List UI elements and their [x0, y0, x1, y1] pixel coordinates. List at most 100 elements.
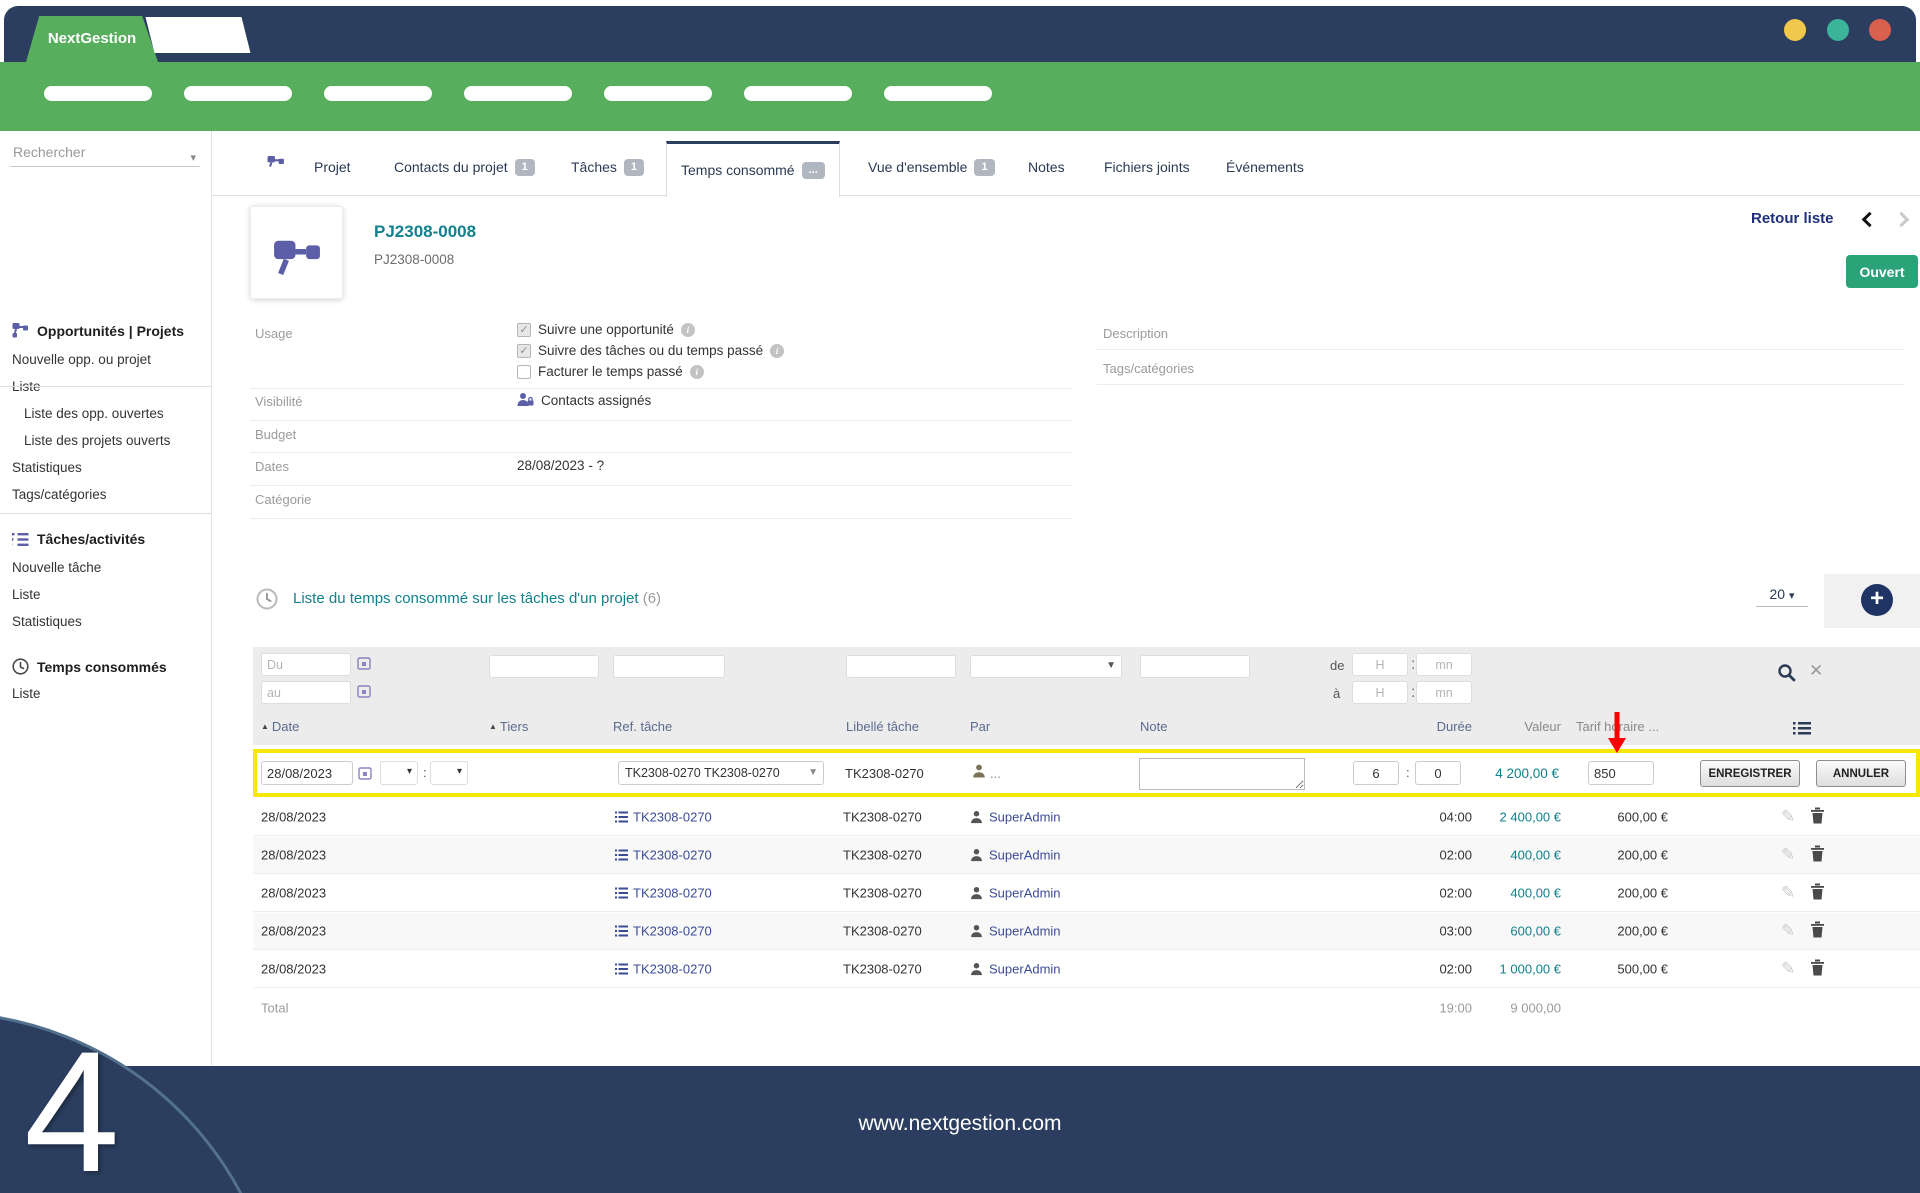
filter-tiers-input[interactable]: [489, 655, 599, 678]
user-link[interactable]: SuperAdmin: [969, 848, 1061, 863]
delete-trash-icon[interactable]: [1811, 960, 1824, 979]
filter-time-to-hour-input[interactable]: [1352, 681, 1408, 704]
user-link[interactable]: SuperAdmin: [969, 962, 1061, 977]
nav-menu-pill[interactable]: [604, 86, 712, 101]
filter-time-from-min-input[interactable]: [1416, 653, 1472, 676]
sidebar-item-statistiques-opp[interactable]: Statistiques: [12, 460, 82, 475]
delete-trash-icon[interactable]: [1811, 922, 1824, 941]
sidebar-item-nouvelle-tache[interactable]: Nouvelle tâche: [12, 560, 101, 575]
calendar-icon[interactable]: [358, 766, 372, 780]
delete-trash-icon[interactable]: [1811, 808, 1824, 827]
tab-projet[interactable]: Projet: [300, 141, 365, 196]
filter-time-to-min-input[interactable]: [1416, 681, 1472, 704]
filter-date-from-input[interactable]: [261, 653, 351, 676]
checkbox-checked-icon[interactable]: ✓: [517, 323, 531, 337]
tab-taches[interactable]: Tâches1: [557, 141, 658, 196]
table-row[interactable]: 28/08/2023 TK2308-0270 TK2308-0270 Super…: [253, 799, 1920, 836]
chevron-left-icon[interactable]: [1862, 212, 1878, 228]
search-input[interactable]: Rechercher ▾: [10, 139, 200, 167]
checkbox-suivre-taches[interactable]: ✓ Suivre des tâches ou du temps passé i: [517, 343, 784, 358]
window-close-dot[interactable]: [1869, 19, 1891, 41]
user-link[interactable]: SuperAdmin: [969, 924, 1061, 939]
sidebar-item-liste-temps[interactable]: Liste: [12, 686, 41, 701]
edit-tarif-input[interactable]: [1588, 761, 1654, 785]
nav-menu-pill[interactable]: [44, 86, 152, 101]
back-to-list-link[interactable]: Retour liste: [1751, 210, 1834, 227]
tab-temps-consomme[interactable]: Temps consommé...: [666, 141, 840, 197]
calendar-icon[interactable]: [357, 656, 371, 670]
brand-tab[interactable]: NextGestion: [26, 16, 158, 62]
checkbox-suivre-opportunite[interactable]: ✓ Suivre une opportunité i: [517, 322, 695, 337]
tab-vue-densemble[interactable]: Vue d'ensemble1: [854, 141, 1009, 196]
table-row[interactable]: 28/08/2023 TK2308-0270 TK2308-0270 Super…: [253, 951, 1920, 988]
window-minimize-dot[interactable]: [1784, 19, 1806, 41]
chevron-down-icon[interactable]: ▾: [190, 145, 196, 171]
page-size-select[interactable]: 20 ▾: [1756, 586, 1808, 607]
user-link[interactable]: SuperAdmin: [969, 810, 1061, 825]
tab-fichiers-joints[interactable]: Fichiers joints: [1090, 141, 1204, 196]
nav-menu-pill[interactable]: [744, 86, 852, 101]
task-link[interactable]: TK2308-0270: [615, 886, 712, 901]
sidebar-item-liste-taches[interactable]: Liste: [12, 587, 41, 602]
edit-duration-minutes-input[interactable]: [1415, 761, 1461, 785]
task-link[interactable]: TK2308-0270: [615, 810, 712, 825]
clear-filter-icon[interactable]: ✕: [1809, 661, 1823, 681]
sidebar-item-tags-categories[interactable]: Tags/catégories: [12, 487, 107, 502]
sidebar-item-statistiques-taches[interactable]: Statistiques: [12, 614, 82, 629]
filter-par-select[interactable]: ▼: [970, 655, 1122, 678]
edit-pencil-icon[interactable]: ✎: [1781, 845, 1795, 865]
edit-minute-select[interactable]: ▾: [430, 761, 468, 785]
nav-menu-pill[interactable]: [884, 86, 992, 101]
nav-menu-pill[interactable]: [464, 86, 572, 101]
cancel-button[interactable]: ANNULER: [1816, 760, 1906, 787]
edit-date-input[interactable]: [261, 761, 353, 785]
filter-time-from-hour-input[interactable]: [1352, 653, 1408, 676]
filter-note-input[interactable]: [1140, 655, 1250, 678]
edit-pencil-icon[interactable]: ✎: [1781, 883, 1795, 903]
checkbox-facturer-temps[interactable]: Facturer le temps passé i: [517, 364, 704, 379]
save-button[interactable]: ENREGISTRER: [1700, 760, 1800, 787]
sidebar-section-opportunites: Opportunités | Projets: [12, 322, 184, 339]
sidebar-item-liste-projets-ouverts[interactable]: Liste des projets ouverts: [24, 433, 170, 448]
add-time-entry-button[interactable]: +: [1861, 584, 1893, 616]
edit-task-select[interactable]: TK2308-0270 TK2308-0270▼: [618, 761, 824, 785]
chevron-right-icon[interactable]: [1894, 212, 1910, 228]
tab-notes[interactable]: Notes: [1014, 141, 1079, 196]
table-row[interactable]: 28/08/2023 TK2308-0270 TK2308-0270 Super…: [253, 875, 1920, 912]
edit-pencil-icon[interactable]: ✎: [1781, 921, 1795, 941]
nav-menu-pill[interactable]: [184, 86, 292, 101]
table-row[interactable]: 28/08/2023 TK2308-0270 TK2308-0270 Super…: [253, 913, 1920, 950]
tab-evenements[interactable]: Événements: [1212, 141, 1318, 196]
delete-trash-icon[interactable]: [1811, 884, 1824, 903]
edit-hour-select[interactable]: ▾: [380, 761, 418, 785]
status-ouvert-button[interactable]: Ouvert: [1846, 255, 1918, 288]
edit-pencil-icon[interactable]: ✎: [1781, 807, 1795, 827]
table-row[interactable]: 28/08/2023 TK2308-0270 TK2308-0270 Super…: [253, 837, 1920, 874]
sidebar-item-liste-opp-ouvertes[interactable]: Liste des opp. ouvertes: [24, 406, 164, 421]
column-settings-icon[interactable]: [1793, 721, 1811, 736]
calendar-icon[interactable]: [357, 684, 371, 698]
active-page-tab-placeholder[interactable]: [146, 17, 251, 53]
user-link[interactable]: SuperAdmin: [969, 886, 1061, 901]
sort-asc-icon[interactable]: ▲: [489, 722, 497, 731]
delete-trash-icon[interactable]: [1811, 846, 1824, 865]
filter-date-to-input[interactable]: [261, 681, 351, 704]
nav-menu-pill[interactable]: [324, 86, 432, 101]
project-tabstrip: Projet Contacts du projet1 Tâches1 Temps…: [212, 131, 1920, 196]
edit-pencil-icon[interactable]: ✎: [1781, 959, 1795, 979]
sort-asc-icon[interactable]: ▲: [261, 722, 269, 731]
filter-libelle-input[interactable]: [846, 655, 956, 678]
window-maximize-dot[interactable]: [1827, 19, 1849, 41]
checkbox-checked-icon[interactable]: ✓: [517, 344, 531, 358]
tab-contacts-du-projet[interactable]: Contacts du projet1: [380, 141, 549, 196]
search-icon[interactable]: [1777, 663, 1796, 682]
edit-duration-hours-input[interactable]: [1353, 761, 1399, 785]
sidebar-item-nouvelle-opp[interactable]: Nouvelle opp. ou projet: [12, 352, 151, 367]
divider: [1097, 349, 1905, 350]
task-link[interactable]: TK2308-0270: [615, 848, 712, 863]
edit-note-textarea[interactable]: [1139, 758, 1305, 790]
task-link[interactable]: TK2308-0270: [615, 962, 712, 977]
task-link[interactable]: TK2308-0270: [615, 924, 712, 939]
checkbox-unchecked-icon[interactable]: [517, 365, 531, 379]
filter-ref-tache-input[interactable]: [613, 655, 725, 678]
